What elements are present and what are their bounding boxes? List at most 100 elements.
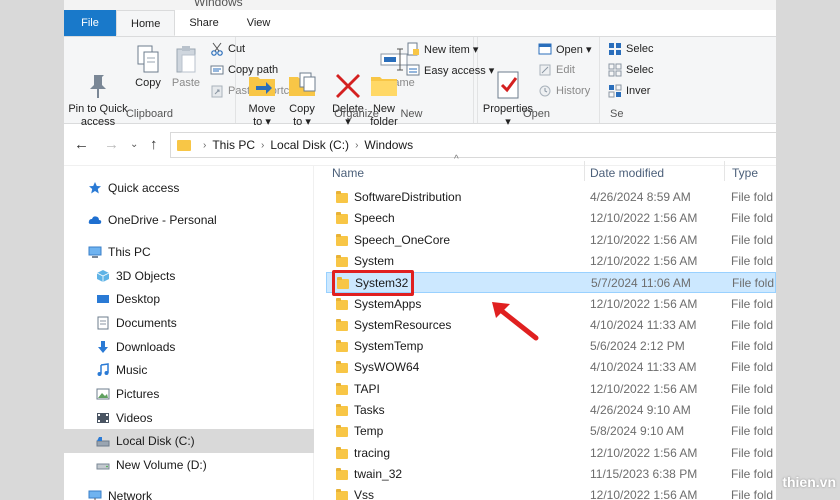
tab-share[interactable]: Share: [175, 10, 232, 36]
select-all-label: Selec: [626, 43, 654, 55]
red-arrow-icon: [492, 302, 539, 341]
file-row[interactable]: SystemTemp 5/6/2024 2:12 PM File fold: [326, 336, 776, 357]
file-row[interactable]: tracing 12/10/2022 1:56 AM File fold: [326, 443, 776, 464]
column-divider[interactable]: [724, 161, 725, 181]
file-row[interactable]: SoftwareDistribution 4/26/2024 8:59 AM Fil…: [326, 187, 776, 208]
recent-locations-chevron-icon[interactable]: ⌄: [130, 139, 138, 150]
tab-file[interactable]: File: [64, 10, 116, 36]
highlight-box: [332, 270, 414, 296]
new-item-button[interactable]: New item ▾: [406, 40, 478, 58]
nav-item-quick-access[interactable]: Quick access: [64, 176, 314, 200]
copy-to-icon: [286, 56, 318, 96]
open-button[interactable]: Open ▾: [538, 40, 592, 58]
file-name: twain_32: [354, 466, 403, 481]
breadcrumb-this-pc[interactable]: This PC: [212, 138, 255, 152]
invert-selection-button[interactable]: Inver: [608, 82, 650, 100]
nav-item-label: 3D Objects: [116, 269, 176, 283]
drive-icon: [96, 434, 110, 448]
desktop-icon: [96, 292, 110, 306]
file-date: 12/10/2022 1:56 AM: [590, 211, 698, 226]
paste-button[interactable]: Paste: [166, 43, 206, 90]
navigation-pane: Quick access OneDrive - Personal This PC…: [64, 166, 314, 500]
edit-button[interactable]: Edit: [538, 61, 575, 79]
file-row[interactable]: Speech_OneCore 12/10/2022 1:56 AM File fol…: [326, 230, 776, 251]
folder-icon: [336, 233, 348, 246]
copy-label: Copy: [135, 77, 161, 89]
nav-item-network[interactable]: Network: [64, 484, 314, 500]
scissors-icon: [210, 42, 224, 56]
file-type: File fold: [731, 296, 774, 311]
file-row[interactable]: TAPI 12/10/2022 1:56 AM File fold: [326, 379, 776, 400]
forward-arrow-icon[interactable]: →: [104, 136, 119, 153]
column-header-date-modified[interactable]: Date modified: [590, 166, 664, 186]
nav-item-onedrive[interactable]: OneDrive - Personal: [64, 208, 314, 232]
breadcrumb-local-disk[interactable]: Local Disk (C:): [270, 138, 349, 152]
file-name: Vss: [354, 488, 375, 500]
nav-item-new-volume-d[interactable]: New Volume (D:): [64, 453, 314, 477]
history-button[interactable]: History: [538, 82, 590, 100]
file-row[interactable]: SystemResources 4/10/2024 11:33 AM File fo…: [326, 315, 776, 336]
tab-view[interactable]: View: [233, 10, 285, 36]
up-arrow-icon[interactable]: ↑: [150, 136, 158, 153]
nav-item-this-pc[interactable]: This PC: [64, 240, 314, 264]
window-title: Windows: [194, 0, 243, 9]
file-name: Temp: [354, 424, 384, 439]
address-bar[interactable]: › This PC › Local Disk (C:) › Windows: [170, 132, 776, 158]
network-icon: [88, 489, 102, 500]
select-none-button[interactable]: Selec: [608, 61, 654, 79]
column-divider[interactable]: [584, 161, 585, 181]
pc-icon: [88, 245, 102, 259]
file-row[interactable]: Vss 12/10/2022 1:56 AM File fold: [326, 485, 776, 500]
tab-home[interactable]: Home: [116, 10, 176, 36]
file-date: 5/6/2024 2:12 PM: [590, 339, 685, 354]
nav-item-videos[interactable]: Videos: [64, 406, 314, 430]
breadcrumb-separator-icon[interactable]: ›: [203, 140, 206, 151]
file-date: 4/10/2024 11:33 AM: [590, 360, 697, 375]
file-row[interactable]: SystemApps 12/10/2022 1:56 AM File fold: [326, 294, 776, 315]
select-all-button[interactable]: Selec: [608, 40, 654, 58]
file-row[interactable]: Tasks 4/26/2024 9:10 AM File fold: [326, 400, 776, 421]
nav-item-label: Downloads: [116, 340, 176, 354]
nav-item-label: New Volume (D:): [116, 458, 207, 472]
file-row[interactable]: Temp 5/8/2024 9:10 AM File fold: [326, 421, 776, 442]
file-name: SystemApps: [354, 296, 422, 311]
file-row[interactable]: System 12/10/2022 1:56 AM File fold: [326, 251, 776, 272]
file-type: File fold: [731, 190, 774, 204]
file-list: Name ^ Date modified Type SoftwareDistri…: [326, 154, 776, 500]
nav-item-music[interactable]: Music: [64, 358, 314, 382]
file-date: 12/10/2022 1:56 AM: [590, 253, 698, 268]
file-type: File fold: [731, 381, 774, 396]
open-group: Properties ▾ Open ▾ Edit History Open: [474, 37, 600, 128]
breadcrumb-separator-icon[interactable]: ›: [355, 140, 358, 151]
video-icon: [96, 411, 110, 425]
nav-item-3d-objects[interactable]: 3D Objects: [64, 264, 314, 288]
file-row[interactable]: Speech 12/10/2022 1:56 AM File fold: [326, 208, 776, 229]
open-icon: [538, 42, 552, 56]
easy-access-icon: [406, 63, 420, 77]
file-name: TAPI: [354, 381, 380, 396]
breadcrumb-windows[interactable]: Windows: [364, 138, 413, 152]
ribbon: Pin to Quick access Copy Paste Cut Copy …: [64, 36, 776, 128]
folder-icon: [336, 191, 348, 203]
folder-icon: [336, 340, 348, 353]
copy-button[interactable]: Copy: [128, 43, 168, 90]
navigation-bar: ← → ⌄ ↑ › This PC › Local Disk (C:) › Wi…: [64, 124, 776, 166]
file-date: 12/10/2022 1:56 AM: [590, 381, 698, 396]
nav-item-local-disk-c[interactable]: Local Disk (C:): [64, 429, 314, 453]
file-name: SoftwareDistribution: [354, 190, 462, 204]
column-header-type[interactable]: Type: [732, 166, 758, 186]
nav-item-pictures[interactable]: Pictures: [64, 382, 314, 406]
nav-item-documents[interactable]: Documents: [64, 311, 314, 335]
file-row[interactable]: twain_32 11/15/2023 6:38 PM File fold: [326, 464, 776, 485]
back-arrow-icon[interactable]: ←: [74, 136, 89, 153]
open-group-label: Open: [523, 108, 550, 120]
file-type: File fold: [731, 488, 774, 500]
file-row[interactable]: SysWOW64 4/10/2024 11:33 AM File fold: [326, 357, 776, 378]
column-header-name[interactable]: Name: [332, 166, 364, 186]
nav-item-desktop[interactable]: Desktop: [64, 287, 314, 311]
nav-item-downloads[interactable]: Downloads: [64, 335, 314, 359]
file-name: Speech_OneCore: [354, 232, 451, 247]
nav-item-label: Quick access: [108, 181, 180, 195]
file-type: File fold: [731, 424, 774, 439]
breadcrumb-separator-icon[interactable]: ›: [261, 140, 264, 151]
